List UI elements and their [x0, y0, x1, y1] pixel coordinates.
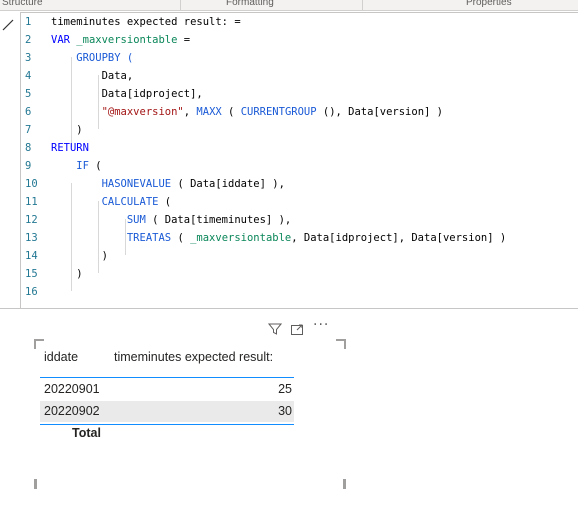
cell-value: 25	[278, 382, 292, 396]
pane-tabs: Structure Formatting Properties	[0, 0, 578, 11]
code-token: )	[51, 124, 83, 136]
cell-value: 30	[278, 404, 292, 418]
resize-handle[interactable]	[343, 479, 346, 489]
line-number: 11	[25, 196, 38, 208]
tab-formatting[interactable]: Formatting	[226, 0, 274, 8]
code-text: GROUPBY (	[51, 49, 133, 67]
column-header-iddate[interactable]: iddate	[44, 347, 78, 377]
tab-structure[interactable]: Structure	[2, 0, 43, 8]
code-token: )	[51, 268, 83, 280]
code-token: _maxversiontable	[76, 34, 178, 46]
code-token: CURRENTGROUP	[240, 106, 317, 118]
code-text: timeminutes expected result: =	[51, 13, 241, 31]
code-token: ( Data[iddate] ),	[171, 178, 285, 190]
filter-icon[interactable]	[267, 322, 283, 340]
code-token: ( Data[timeminutes] ),	[145, 214, 292, 226]
code-token: (	[88, 160, 102, 172]
code-token: ,	[183, 106, 197, 118]
code-token: MAXX	[196, 106, 222, 118]
code-token: (), Data[version] )	[316, 106, 443, 118]
line-number: 7	[25, 124, 32, 136]
code-text: RETURN	[51, 139, 89, 157]
cell-iddate: 20220901	[44, 382, 100, 396]
code-token: Data[idproject],	[51, 88, 203, 100]
line-number: 14	[25, 250, 38, 262]
code-token: Data,	[51, 70, 134, 82]
line-number: 2	[25, 34, 32, 46]
line-number: 1	[25, 16, 32, 28]
table-row[interactable]: 20220901 25	[40, 379, 294, 400]
code-text: HASONEVALUE ( Data[iddate] ),	[51, 175, 285, 193]
line-number: 4	[25, 70, 32, 82]
line-number: 3	[25, 52, 32, 64]
code-token: IF	[76, 160, 89, 172]
code-text: "@maxversion", MAXX ( CURRENTGROUP (), D…	[51, 103, 443, 121]
code-token: timeminutes expected result: =	[51, 16, 241, 28]
code-token: GROUPBY (	[51, 52, 134, 64]
code-token: (	[221, 106, 241, 118]
code-text: VAR _maxversiontable =	[51, 31, 190, 49]
resize-handle[interactable]	[34, 479, 37, 489]
code-token: HASONEVALUE	[101, 178, 172, 190]
code-text: TREATAS ( _maxversiontable, Data[idproje…	[51, 229, 506, 247]
code-token: CALCULATE	[101, 196, 159, 208]
line-number: 12	[25, 214, 38, 226]
focus-mode-icon[interactable]	[290, 322, 304, 340]
code-token: SUM	[126, 214, 146, 226]
line-number: 9	[25, 160, 32, 172]
code-token: (	[171, 232, 191, 244]
code-token: _maxversiontable	[190, 232, 292, 244]
selection-corner	[34, 339, 44, 349]
more-options-icon[interactable]: ···	[313, 317, 329, 333]
code-text: )	[51, 265, 83, 283]
tab-properties[interactable]: Properties	[466, 0, 512, 8]
code-text: SUM ( Data[timeminutes] ),	[51, 211, 291, 229]
code-token: TREATAS	[126, 232, 172, 244]
line-number: 15	[25, 268, 38, 280]
tab-divider	[180, 0, 181, 11]
header-divider	[40, 377, 294, 378]
formula-cancel-area	[0, 12, 20, 308]
dax-formula-editor[interactable]: 1 timeminutes expected result: = 2 VAR _max…	[20, 12, 578, 309]
code-token: (	[158, 196, 172, 208]
code-token: VAR	[51, 34, 77, 46]
tab-divider	[362, 0, 363, 11]
line-number: 8	[25, 142, 32, 154]
code-token: =	[177, 34, 191, 46]
selection-corner	[336, 339, 346, 349]
total-divider	[40, 424, 294, 425]
table-row[interactable]: 20220902 30	[40, 401, 294, 422]
editor-border	[0, 308, 578, 309]
code-text: Data,	[51, 67, 134, 85]
code-token: )	[51, 250, 108, 262]
line-number: 16	[25, 286, 38, 298]
code-text: )	[51, 247, 108, 265]
cancel-icon[interactable]	[1, 18, 15, 32]
column-header-timeminutes[interactable]: timeminutes expected result:	[114, 347, 273, 377]
line-number: 10	[25, 178, 38, 190]
table-visual[interactable]: iddate timeminutes expected result: 2022…	[34, 339, 346, 510]
total-label: Total	[72, 426, 101, 440]
line-number: 6	[25, 106, 32, 118]
line-number: 13	[25, 232, 38, 244]
code-text: CALCULATE (	[51, 193, 172, 211]
code-token: "@maxversion"	[101, 106, 184, 118]
code-token: , Data[idproject], Data[version] )	[291, 232, 507, 244]
code-text: )	[51, 121, 83, 139]
code-text: Data[idproject],	[51, 85, 203, 103]
cell-iddate: 20220902	[44, 404, 100, 418]
code-text: IF (	[51, 157, 102, 175]
line-number: 5	[25, 88, 32, 100]
code-token: RETURN	[51, 142, 89, 154]
